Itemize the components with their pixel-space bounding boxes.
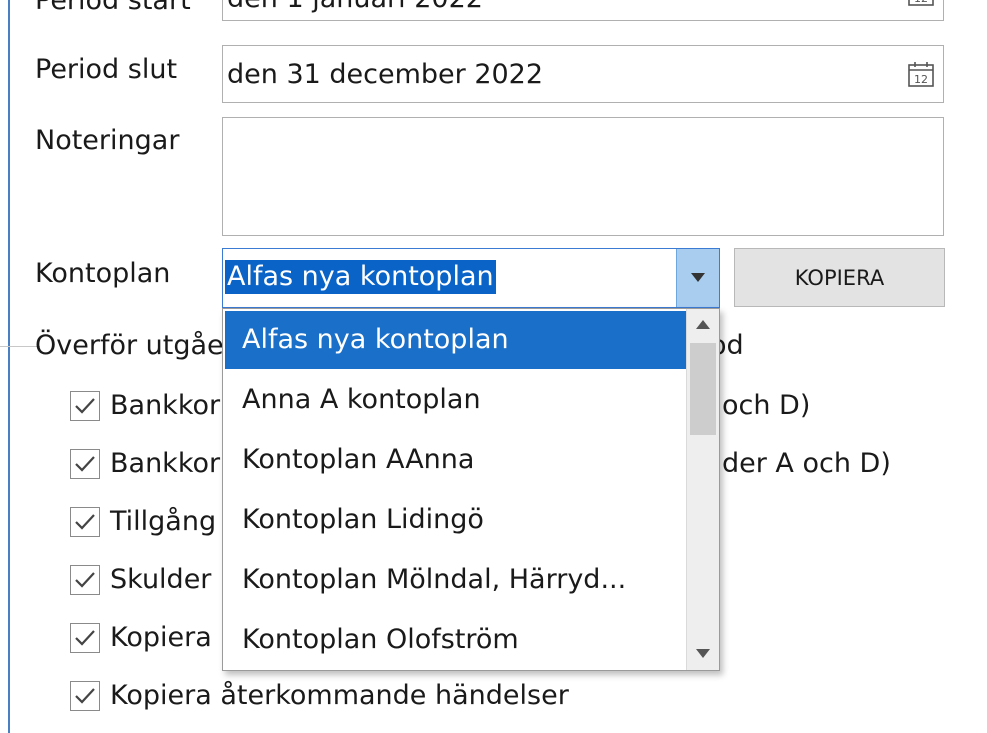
notes-label: Noteringar bbox=[35, 125, 180, 156]
calendar-icon[interactable]: 12 bbox=[907, 0, 935, 7]
checkbox-bank-1-label: Bankkor bbox=[110, 390, 221, 421]
checkmark-icon bbox=[75, 688, 95, 704]
window-left-border bbox=[8, 0, 10, 733]
dropdown-option[interactable]: Kontoplan AAnna bbox=[225, 431, 687, 489]
period-end-label: Period slut bbox=[35, 54, 178, 85]
period-start-field[interactable]: den 1 januari 2022 12 bbox=[222, 0, 944, 21]
checkbox-bank-1-label-tail: och D) bbox=[722, 390, 811, 421]
checkbox-copy-recurring[interactable] bbox=[70, 681, 100, 711]
scroll-down-icon[interactable] bbox=[687, 638, 719, 670]
section-divider bbox=[0, 346, 40, 347]
dropdown-option[interactable]: Kontoplan Mölndal, Härryd... bbox=[225, 551, 687, 609]
checkbox-copy-recurring-label: Kopiera återkommande händelser bbox=[110, 680, 569, 711]
checkmark-icon bbox=[75, 630, 95, 646]
checkmark-icon bbox=[75, 514, 95, 530]
transfer-label: Överför utgåe bbox=[35, 330, 224, 361]
checkmark-icon bbox=[75, 572, 95, 588]
period-start-value: den 1 januari 2022 bbox=[227, 0, 483, 16]
period-start-label: Period start bbox=[35, 0, 191, 16]
checkmark-icon bbox=[75, 456, 95, 472]
checkbox-liabilities[interactable] bbox=[70, 565, 100, 595]
chart-of-accounts-combobox[interactable]: Alfas nya kontoplan bbox=[222, 248, 720, 308]
scrollbar-thumb[interactable] bbox=[690, 343, 716, 435]
scroll-up-icon[interactable] bbox=[687, 309, 719, 341]
checkbox-liabilities-label: Skulder bbox=[110, 564, 212, 595]
notes-textarea[interactable] bbox=[222, 117, 944, 236]
svg-text:12: 12 bbox=[914, 73, 928, 86]
dropdown-option[interactable]: Kontoplan Lidingö bbox=[225, 491, 687, 549]
period-end-field[interactable]: den 31 december 2022 12 bbox=[222, 45, 944, 103]
checkbox-bank-2-label: Bankkor bbox=[110, 448, 221, 479]
checkbox-bank-2[interactable] bbox=[70, 449, 100, 479]
checkbox-bank-2-label-tail: der A och D) bbox=[722, 448, 891, 479]
period-end-value: den 31 december 2022 bbox=[227, 59, 544, 90]
dropdown-scrollbar[interactable] bbox=[686, 309, 719, 670]
checkmark-icon bbox=[75, 398, 95, 414]
dropdown-option[interactable]: Kontoplan Olofström bbox=[225, 611, 687, 669]
calendar-icon[interactable]: 12 bbox=[907, 60, 935, 88]
checkbox-assets[interactable] bbox=[70, 507, 100, 537]
svg-text:12: 12 bbox=[914, 0, 928, 5]
chart-of-accounts-label: Kontoplan bbox=[35, 258, 171, 289]
checkbox-assets-label: Tillgång bbox=[110, 506, 217, 537]
dropdown-option[interactable]: Alfas nya kontoplan bbox=[225, 311, 687, 369]
checkbox-copy-1[interactable] bbox=[70, 623, 100, 653]
chevron-down-icon bbox=[691, 273, 705, 282]
copy-button[interactable]: KOPIERA bbox=[734, 248, 945, 307]
chart-of-accounts-dropdown-list[interactable]: Alfas nya kontoplan Anna A kontoplan Kon… bbox=[222, 308, 720, 671]
combobox-dropdown-button[interactable] bbox=[676, 249, 719, 307]
dropdown-option[interactable]: Anna A kontoplan bbox=[225, 371, 687, 429]
checkbox-copy-1-label: Kopiera bbox=[110, 622, 212, 653]
checkbox-bank-1[interactable] bbox=[70, 391, 100, 421]
combobox-selected-text: Alfas nya kontoplan bbox=[225, 260, 496, 294]
